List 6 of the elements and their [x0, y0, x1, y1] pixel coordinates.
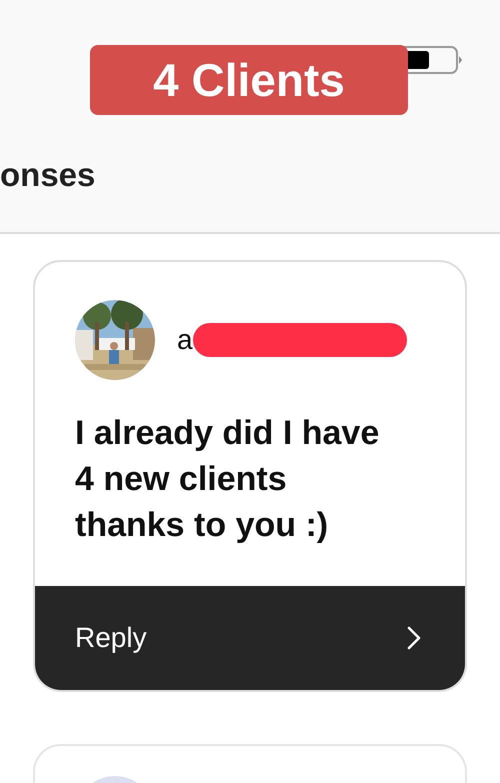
- reply-button[interactable]: Reply: [35, 586, 465, 690]
- message-text: I already did I have 4 new clients thanks to you :): [75, 413, 380, 546]
- chevron-right-icon: [407, 626, 421, 650]
- username: a: [177, 326, 193, 354]
- page-title: onses: [0, 158, 96, 191]
- overlay-label: 4 Clients: [90, 45, 408, 115]
